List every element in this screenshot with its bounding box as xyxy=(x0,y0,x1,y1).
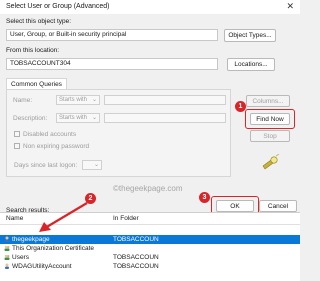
days-since-label: Days since last logon: xyxy=(14,162,78,169)
row-folder: TOBSACCOUN xyxy=(113,263,159,270)
column-header-folder[interactable]: In Folder xyxy=(113,215,139,222)
columns-button[interactable]: Columns... xyxy=(246,95,290,107)
row-name: This Organization Certificate xyxy=(12,245,95,252)
search-flashlight-icon xyxy=(262,154,280,170)
find-now-highlight xyxy=(245,109,295,129)
description-mode-select[interactable]: Starts with ⌄ xyxy=(56,113,100,123)
result-row-users[interactable]: Users TOBSACCOUN xyxy=(0,253,300,262)
column-header-name[interactable]: Name xyxy=(6,215,23,222)
result-row-wdag[interactable]: WDAGUtilityAccount TOBSACCOUN xyxy=(0,262,300,271)
location-label: From this location: xyxy=(6,47,60,54)
row-name: WDAGUtilityAccount xyxy=(12,263,72,270)
description-input[interactable] xyxy=(104,113,226,123)
description-mode-value: Starts with xyxy=(59,115,88,121)
name-input[interactable] xyxy=(104,95,226,105)
non-expiring-checkbox[interactable] xyxy=(14,143,20,149)
locations-button[interactable]: Locations... xyxy=(227,58,275,71)
watermark: ©thegeekpage.com xyxy=(113,184,183,193)
name-label: Name: xyxy=(13,97,33,104)
row-name: Users xyxy=(12,254,29,261)
row-folder: TOBSACCOUN xyxy=(113,236,159,243)
location-field: TOBSACCOUNT304 xyxy=(6,58,218,70)
title-bar: Select User or Group (Advanced) ✕ xyxy=(0,0,300,14)
window-title: Select User or Group (Advanced) xyxy=(6,3,110,10)
row-name: thegeekpage xyxy=(12,236,50,243)
close-icon[interactable]: ✕ xyxy=(286,1,294,12)
object-type-label: Select this object type: xyxy=(6,18,72,25)
description-label: Description: xyxy=(13,115,48,122)
group-icon xyxy=(4,245,10,251)
chevron-down-icon: ⌄ xyxy=(93,162,99,168)
step-badge-1: 1 xyxy=(235,101,246,112)
step-badge-2: 2 xyxy=(85,193,96,204)
name-mode-select[interactable]: Starts with ⌄ xyxy=(56,95,100,105)
days-since-select[interactable]: ⌄ xyxy=(82,160,102,170)
non-expiring-label: Non expiring password xyxy=(23,143,90,150)
name-mode-value: Starts with xyxy=(59,97,88,103)
result-row-org-certificate[interactable]: This Organization Certificate xyxy=(0,244,300,253)
cancel-button[interactable]: Cancel xyxy=(259,200,297,212)
object-types-button[interactable]: Object Types... xyxy=(224,29,276,42)
step-badge-3: 3 xyxy=(199,192,210,203)
result-row-thegeekpage[interactable]: thegeekpage TOBSACCOUN xyxy=(0,235,300,244)
disabled-accounts-checkbox[interactable] xyxy=(14,131,20,137)
user-icon xyxy=(5,236,9,242)
annotation-arrow-icon xyxy=(39,202,88,232)
chevron-down-icon: ⌄ xyxy=(91,115,97,121)
user-icon xyxy=(5,263,9,269)
group-icon xyxy=(4,254,10,260)
chevron-down-icon: ⌄ xyxy=(91,97,97,103)
disabled-accounts-label: Disabled accounts xyxy=(23,131,77,138)
object-type-field: User, Group, or Built-in security princi… xyxy=(6,29,218,41)
row-folder: TOBSACCOUN xyxy=(113,254,159,261)
stop-button[interactable]: Stop xyxy=(250,130,290,142)
